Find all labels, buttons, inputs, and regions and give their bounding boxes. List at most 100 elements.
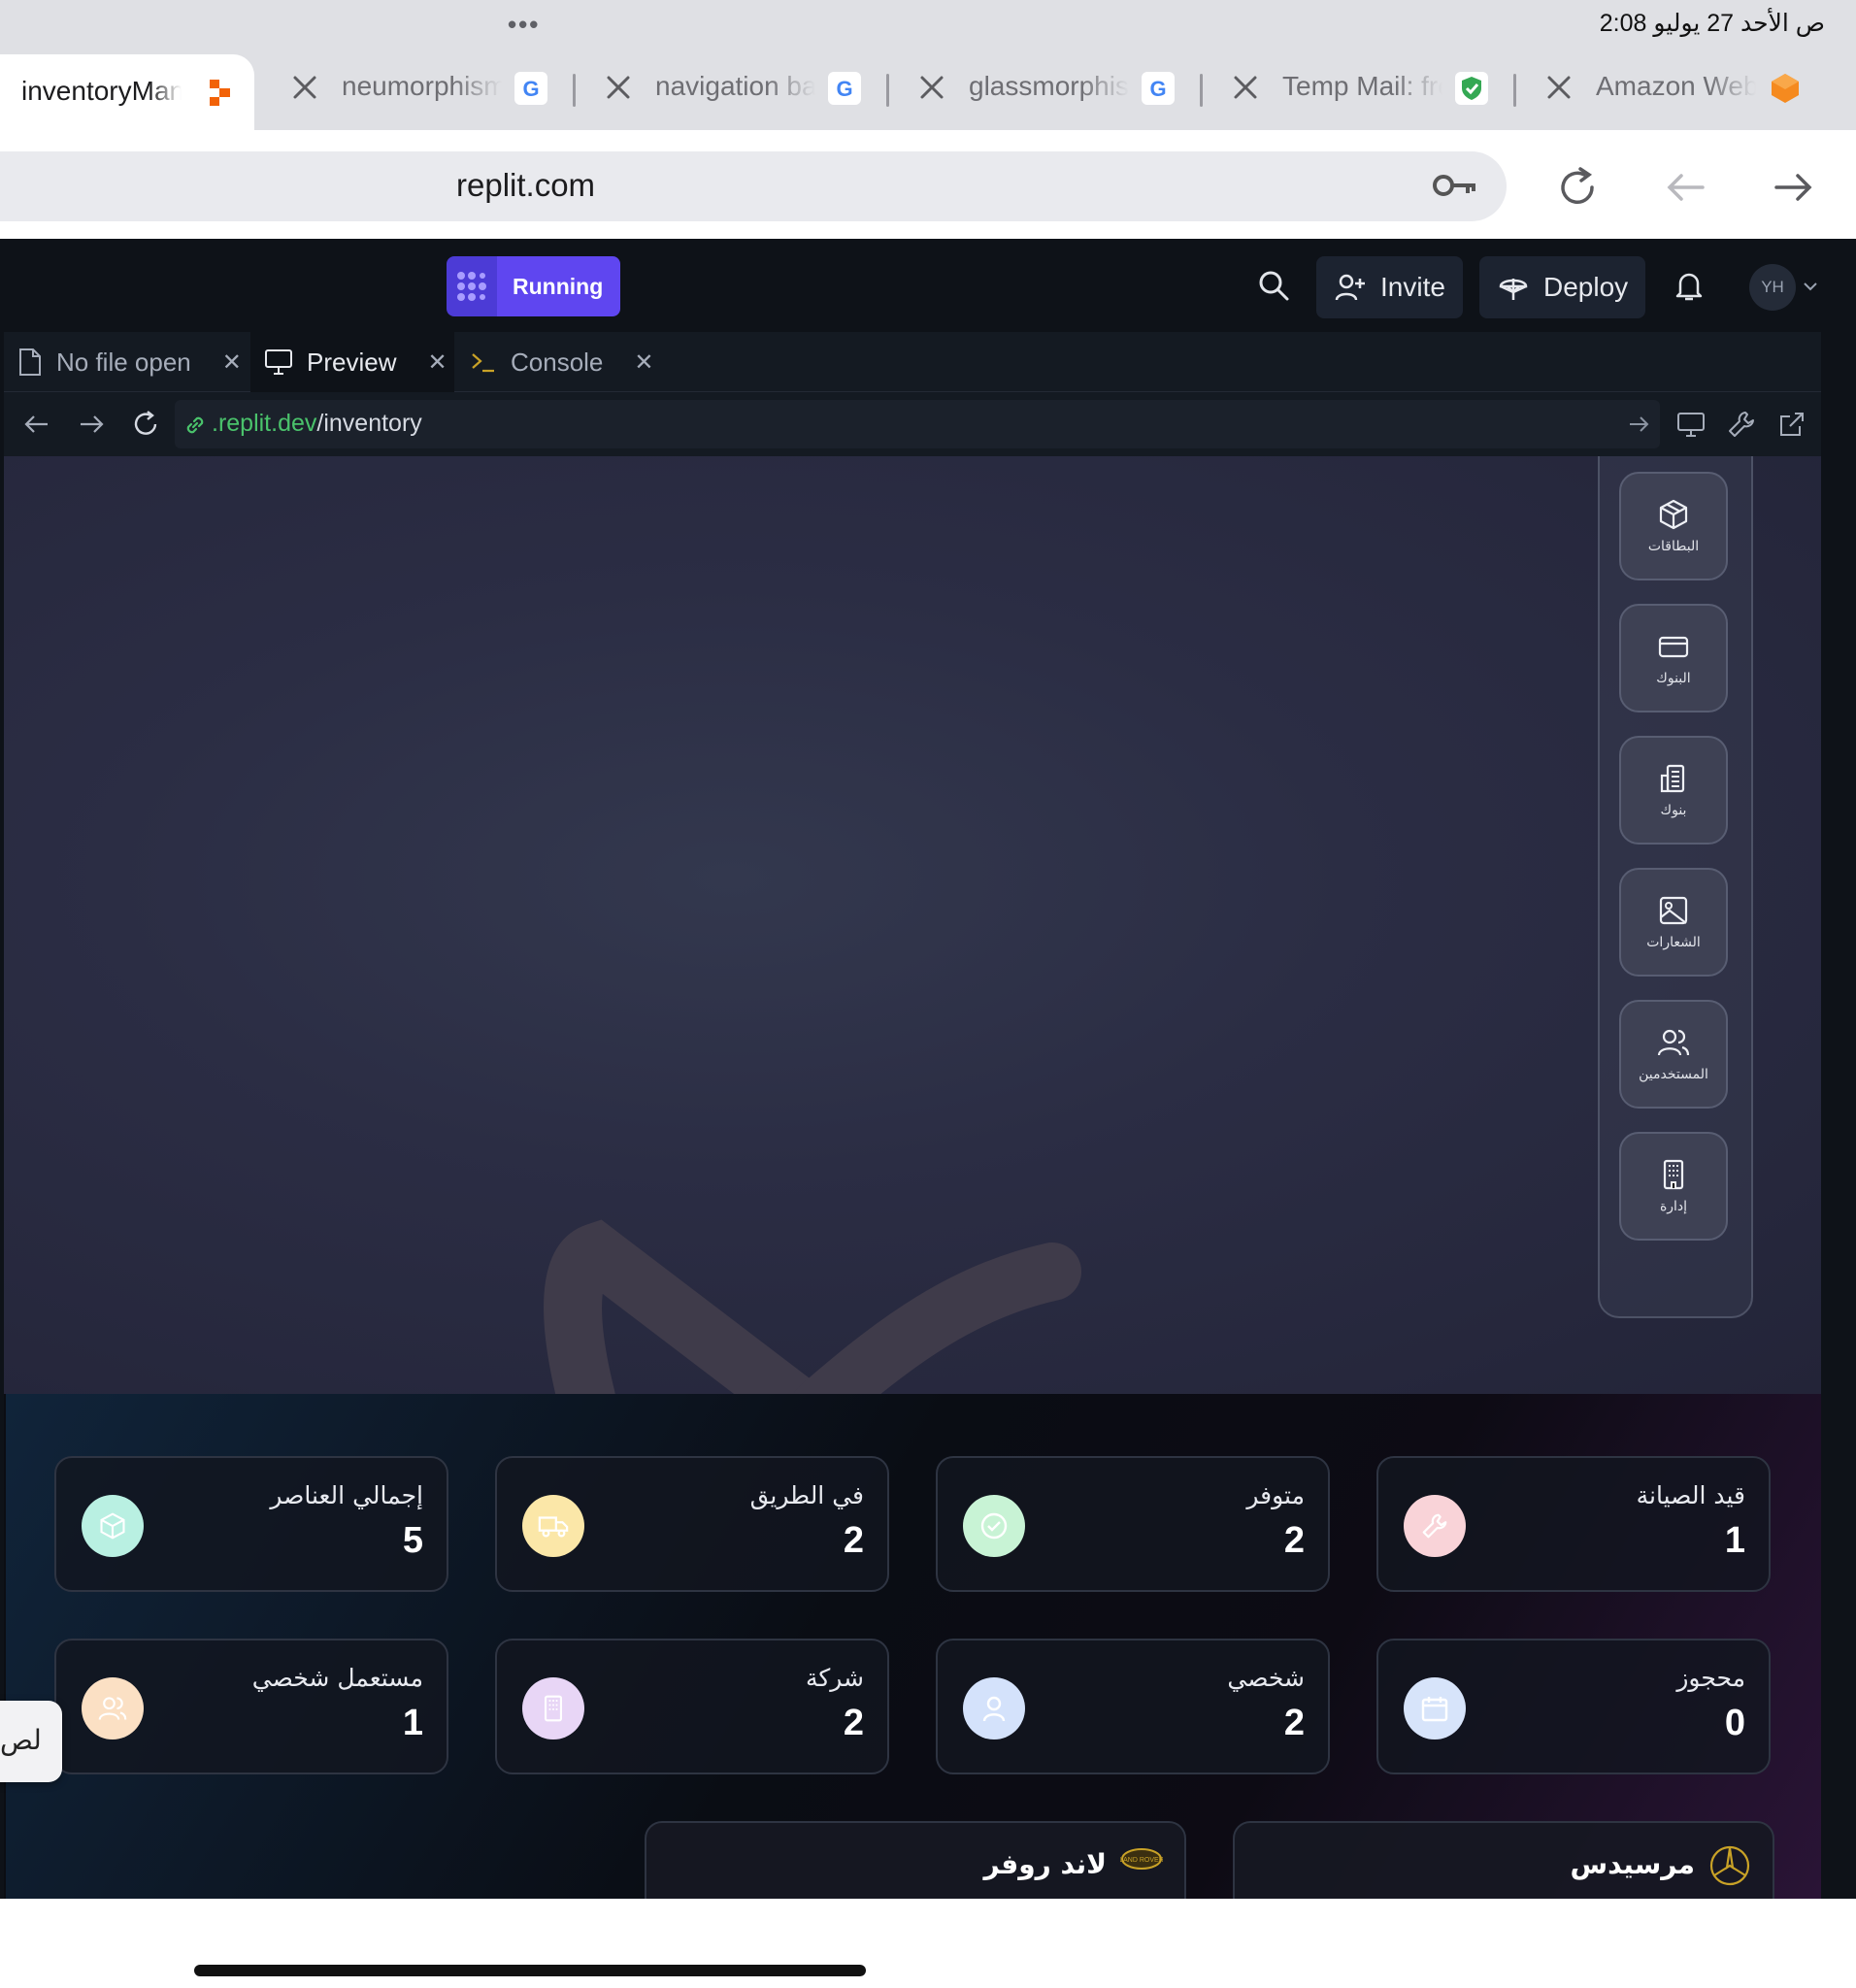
wrench-icon[interactable] [1726, 409, 1757, 440]
tab-label: Console [511, 347, 604, 377]
stat-card-total[interactable]: إجمالي العناصر 5 [54, 1456, 448, 1592]
close-icon[interactable]: ✕ [634, 348, 653, 377]
go-arrow-icon[interactable] [1627, 413, 1650, 436]
browser-tab-bar: inventoryManager neumorphism G navigatio… [0, 50, 1856, 134]
brand-card-mercedes[interactable]: مرسيدس [1233, 1821, 1774, 1899]
status-bar: ••• 2:08 ص الأحد 27 يوليو [0, 0, 1856, 50]
stat-value: 1 [402, 1703, 423, 1743]
monitor-icon[interactable] [1675, 409, 1707, 440]
google-icon: G [1142, 72, 1175, 105]
search-icon[interactable] [1256, 268, 1291, 303]
stat-title: مستعمل شخصي [251, 1664, 423, 1692]
tab-title: glassmorphism [969, 71, 1129, 101]
tab-title: inventoryManager [21, 76, 182, 106]
truck-icon [522, 1495, 584, 1557]
close-icon[interactable]: ✕ [222, 348, 242, 377]
preview-url-text: .replit.dev/inventory [212, 410, 422, 438]
tab-no-file[interactable]: No file open ✕ [4, 332, 249, 392]
preview-url-field[interactable]: .replit.dev/inventory [175, 400, 1660, 448]
invite-button[interactable]: Invite [1316, 256, 1463, 318]
side-nav-label: البنوك [1656, 671, 1691, 686]
home-indicator[interactable] [194, 1965, 866, 1976]
chevron-down-icon[interactable] [1802, 278, 1819, 295]
avatar[interactable]: YH [1749, 264, 1796, 311]
external-link-icon[interactable] [1776, 409, 1807, 440]
stat-card-in-transit[interactable]: في الطريق 2 [495, 1456, 889, 1592]
brand-name: مرسيدس [1570, 1848, 1695, 1880]
calendar-icon [1404, 1677, 1466, 1740]
stat-title: قيد الصيانة [1636, 1481, 1745, 1509]
stat-card-personal[interactable]: شخصي 2 [936, 1639, 1330, 1774]
address-text: replit.com [456, 167, 596, 203]
tab-title: navigation bar [655, 71, 815, 101]
browser-tab[interactable]: glassmorphism G [889, 50, 1203, 128]
tab-title: neumorphism [342, 71, 502, 101]
side-nav-item-banks[interactable]: البنوك [1619, 604, 1728, 712]
shield-icon [1455, 72, 1488, 105]
browser-tab[interactable]: Amazon Web [1516, 50, 1830, 128]
tab-console[interactable]: Console ✕ [456, 332, 660, 392]
user-icon [963, 1677, 1025, 1740]
stat-title: في الطريق [749, 1481, 864, 1509]
browser-tab-active[interactable]: inventoryManager [0, 54, 254, 134]
floating-edge-tab-text: لص [0, 1724, 42, 1756]
side-nav-item-banks-2[interactable]: بنوك [1619, 736, 1728, 845]
close-icon[interactable] [601, 70, 636, 105]
svg-text:G: G [522, 77, 539, 101]
stat-card-used-personal[interactable]: مستعمل شخصي 1 [54, 1639, 448, 1774]
tab-preview[interactable]: Preview ✕ [250, 332, 454, 392]
close-icon[interactable] [1541, 70, 1576, 105]
reload-icon[interactable] [1553, 163, 1602, 212]
floating-edge-tab[interactable]: لص [0, 1701, 62, 1782]
side-nav-item-logos[interactable]: الشعارات [1619, 868, 1728, 977]
stat-card-company[interactable]: شركة 2 [495, 1639, 889, 1774]
close-icon[interactable]: ✕ [427, 348, 447, 377]
side-nav-label: إدارة [1659, 1199, 1688, 1214]
forward-arrow-icon[interactable] [76, 409, 107, 440]
check-circle-icon [963, 1495, 1025, 1557]
forward-arrow-icon[interactable] [1769, 163, 1817, 212]
close-icon[interactable] [287, 70, 322, 105]
stat-card-reserved[interactable]: محجوز 0 [1376, 1639, 1771, 1774]
google-icon: G [828, 72, 861, 105]
url-path: /inventory [316, 410, 422, 437]
office-icon [1663, 1159, 1684, 1190]
run-status-label: Running [497, 256, 621, 316]
side-nav-label: البطاقات [1647, 539, 1700, 554]
preview-url-bar: .replit.dev/inventory [4, 392, 1821, 456]
back-arrow-icon[interactable] [21, 409, 52, 440]
deploy-button[interactable]: Deploy [1479, 256, 1646, 318]
key-icon[interactable] [1433, 171, 1479, 200]
run-button[interactable]: Running [447, 256, 621, 316]
side-nav-item-cards[interactable]: البطاقات [1619, 472, 1728, 580]
stat-title: محجوز [1676, 1664, 1745, 1692]
side-nav-item-admin[interactable]: إدارة [1619, 1132, 1728, 1241]
browser-tab[interactable]: neumorphism G [262, 50, 576, 128]
stat-title: متوفر [1246, 1481, 1305, 1509]
back-arrow-icon[interactable] [1662, 163, 1710, 212]
multitask-dots[interactable]: ••• [508, 10, 540, 40]
building-icon [1660, 764, 1685, 793]
browser-tab[interactable]: navigation bar G [576, 50, 889, 128]
stat-card-available[interactable]: متوفر 2 [936, 1456, 1330, 1592]
terminal-icon [472, 353, 494, 373]
brand-card-land-rover[interactable]: LAND ROVER لاند روفر [645, 1821, 1186, 1899]
status-clock: 2:08 ص الأحد 27 يوليو [1599, 10, 1825, 37]
url-host: .replit.dev [212, 410, 317, 437]
image-icon [1659, 896, 1688, 925]
address-field[interactable]: replit.com [0, 151, 1507, 221]
stat-card-maintenance[interactable]: قيد الصيانة 1 [1376, 1456, 1771, 1592]
bell-icon[interactable] [1672, 268, 1707, 303]
reload-icon[interactable] [130, 409, 161, 440]
aws-icon [1772, 74, 1799, 103]
replit-header: Running Invite Deploy YH [0, 239, 1856, 332]
wrench-icon [1404, 1495, 1466, 1557]
close-icon[interactable] [1228, 70, 1263, 105]
side-nav-label: الشعارات [1646, 935, 1701, 950]
hero-logo-art [544, 1219, 1081, 1398]
side-nav-item-users[interactable]: المستخدمين [1619, 1000, 1728, 1109]
close-icon[interactable] [914, 70, 949, 105]
side-nav-panel: البطاقات البنوك بنوك الشعارات المستخدمين [1598, 456, 1753, 1318]
browser-tab[interactable]: Temp Mail: free [1203, 50, 1516, 128]
bottom-bar [0, 1899, 1856, 1988]
